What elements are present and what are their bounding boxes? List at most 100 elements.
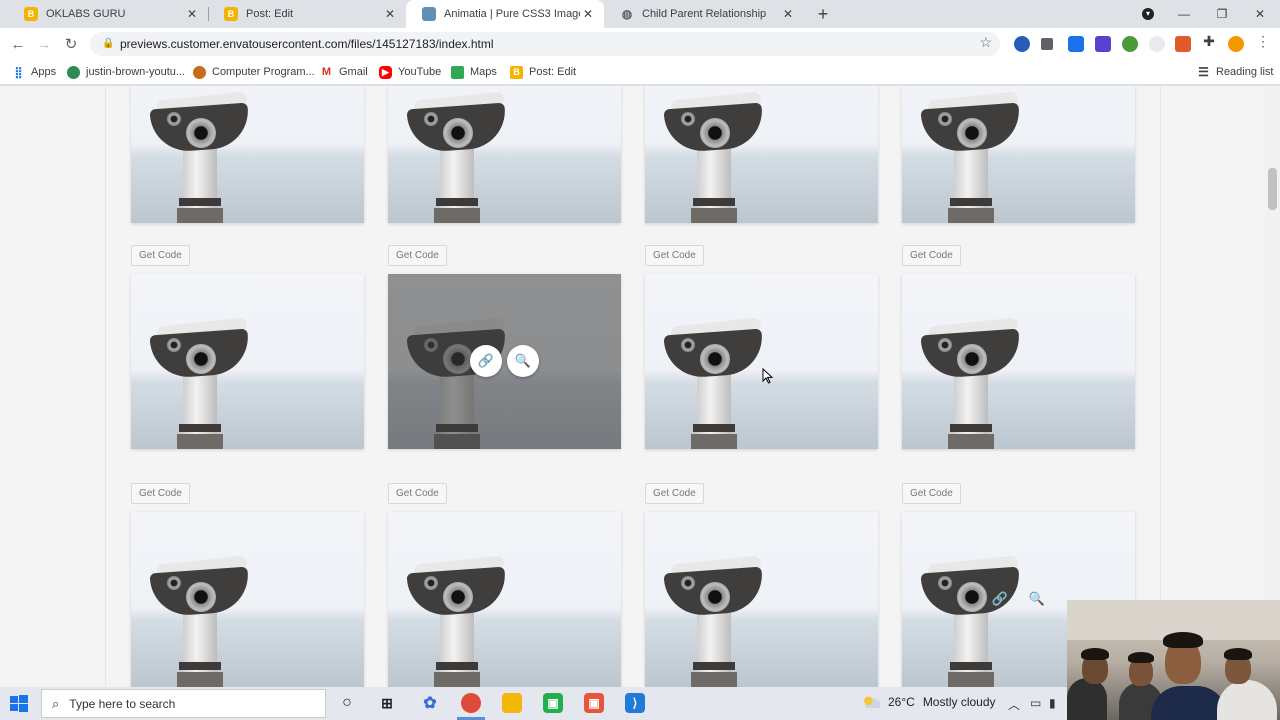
- bookmark-apps[interactable]: ⣿ Apps: [12, 64, 56, 80]
- bookmark-post-edit[interactable]: B Post: Edit: [510, 64, 576, 80]
- forward-icon[interactable]: →: [33, 33, 55, 55]
- gallery-image-card[interactable]: 🔗 🔍: [388, 274, 621, 449]
- binocular-small-lens: [167, 112, 181, 126]
- tab-search-icon[interactable]: ▾: [1138, 4, 1158, 24]
- scrollbar-thumb[interactable]: [1268, 168, 1277, 210]
- profile-avatar[interactable]: [1228, 36, 1244, 52]
- back-icon[interactable]: ←: [7, 33, 29, 55]
- binocular-band: [950, 198, 992, 206]
- tab-animatia[interactable]: Animatia | Pure CSS3 Image Hove ✕: [406, 0, 604, 28]
- eyedropper-icon[interactable]: [1041, 38, 1053, 50]
- weather-widget[interactable]: 26°C Mostly cloudy: [862, 695, 996, 709]
- network-icon[interactable]: ▭: [1030, 696, 1041, 710]
- get-code-button[interactable]: Get Code: [645, 245, 704, 266]
- gallery-image-card[interactable]: [131, 512, 364, 687]
- binocular-base: [948, 208, 994, 223]
- person-body: [1217, 680, 1277, 720]
- chrome-icon[interactable]: [461, 693, 481, 713]
- get-code-button[interactable]: Get Code: [388, 245, 447, 266]
- binocular-small-lens: [424, 112, 438, 126]
- binocular-lens: [957, 118, 987, 148]
- browser-toolbar: ← → ↻ 🔒 previews.customer.envatousercont…: [0, 28, 1280, 60]
- extension-icon[interactable]: [1149, 36, 1165, 52]
- menu-kebab-icon[interactable]: ⋮: [1255, 33, 1271, 49]
- taskbar-search-input[interactable]: ⌕ Type here to search: [41, 689, 326, 718]
- binocular-small-lens: [938, 576, 952, 590]
- zoom-icon[interactable]: 🔍: [507, 345, 539, 377]
- extension-icon[interactable]: [1175, 36, 1191, 52]
- gallery-image-card[interactable]: [902, 274, 1135, 449]
- binocular-small-lens: [681, 338, 695, 352]
- extension-icon[interactable]: [1095, 36, 1111, 52]
- reading-list-button[interactable]: ☰ Reading list: [1197, 64, 1273, 80]
- microphone-icon[interactable]: ▮: [1049, 696, 1056, 710]
- binocular-base: [434, 208, 480, 223]
- minimize-icon[interactable]: —: [1174, 4, 1194, 24]
- camtasia-icon[interactable]: ▣: [543, 693, 563, 713]
- bookmark-maps[interactable]: Maps: [451, 64, 497, 80]
- bookmark-gmail[interactable]: M Gmail: [320, 64, 368, 80]
- extension-icon[interactable]: [1014, 36, 1030, 52]
- new-tab-button[interactable]: +: [813, 4, 833, 24]
- gallery-image-card[interactable]: [645, 86, 878, 223]
- close-icon[interactable]: ✕: [780, 6, 796, 22]
- bookmark-label: Computer Program...: [212, 66, 315, 78]
- mouse-cursor-icon: [762, 368, 774, 384]
- screenshot-icon[interactable]: [1068, 36, 1084, 52]
- file-explorer-icon[interactable]: [502, 693, 522, 713]
- recorder-icon[interactable]: ▣: [584, 693, 604, 713]
- gallery-image-card[interactable]: [645, 274, 878, 449]
- get-code-button[interactable]: Get Code: [388, 483, 447, 504]
- tab-title: OKLABS GURU: [46, 8, 126, 20]
- get-code-button[interactable]: Get Code: [645, 483, 704, 504]
- page-viewport: Get Code Get Code 🔗 🔍 Get Code Get Code Get Co…: [0, 86, 1280, 687]
- binocular-lens: [700, 582, 730, 612]
- page-favicon-icon: [422, 7, 436, 21]
- hover-overlay: [388, 274, 621, 449]
- extension-icon[interactable]: [1122, 36, 1138, 52]
- link-icon[interactable]: 🔗: [984, 583, 1016, 615]
- gallery-image-card[interactable]: [388, 86, 621, 223]
- link-icon[interactable]: 🔗: [470, 345, 502, 377]
- reading-list-icon: ☰: [1198, 65, 1209, 79]
- vscode-icon[interactable]: ⟩: [625, 693, 645, 713]
- cortana-icon[interactable]: ○: [337, 693, 357, 713]
- tab-strip: B OKLABS GURU ✕ B Post: Edit ✕ Animatia …: [0, 0, 1280, 28]
- address-bar[interactable]: 🔒 previews.customer.envatousercontent.co…: [90, 32, 1000, 56]
- gallery-image-card[interactable]: [388, 512, 621, 687]
- page-scrollbar[interactable]: [1265, 86, 1280, 687]
- tray-chevron-icon[interactable]: ︿: [1008, 696, 1020, 713]
- gallery-image-card[interactable]: [131, 86, 364, 223]
- window-close-icon[interactable]: ✕: [1250, 4, 1270, 24]
- get-code-button[interactable]: Get Code: [131, 483, 190, 504]
- bookmark-star-icon[interactable]: ☆: [979, 34, 992, 51]
- tab-oklabs-guru[interactable]: B OKLABS GURU ✕: [8, 0, 208, 28]
- zoom-icon[interactable]: 🔍: [1021, 583, 1053, 615]
- close-icon[interactable]: ✕: [382, 6, 398, 22]
- puzzle-icon[interactable]: ✚: [1201, 33, 1217, 49]
- close-icon[interactable]: ✕: [184, 6, 200, 22]
- windows-start-icon[interactable]: [8, 693, 30, 715]
- get-code-button[interactable]: Get Code: [131, 245, 190, 266]
- get-code-button[interactable]: Get Code: [902, 245, 961, 266]
- task-view-icon[interactable]: ⊞: [377, 693, 397, 713]
- snip-tool-icon[interactable]: ✿: [420, 693, 440, 713]
- gallery-image-card[interactable]: [131, 274, 364, 449]
- bookmark-computer-program[interactable]: Computer Program...: [193, 64, 315, 80]
- gallery-image-card[interactable]: [645, 512, 878, 687]
- reload-icon[interactable]: ↻: [60, 33, 82, 55]
- lock-icon[interactable]: 🔒: [102, 38, 114, 50]
- weather-text: Mostly cloudy: [922, 695, 996, 709]
- binocular-base: [948, 672, 994, 687]
- tab-child-parent[interactable]: ◍ Child Parent Relationship ✕: [604, 0, 804, 28]
- computer-program-icon: [193, 65, 206, 79]
- bookmark-youtube[interactable]: ▶ YouTube: [379, 64, 441, 80]
- get-code-button[interactable]: Get Code: [902, 483, 961, 504]
- bookmark-justin[interactable]: justin-brown-youtu...: [67, 64, 185, 80]
- reading-list-label: Reading list: [1216, 66, 1274, 78]
- tab-post-edit[interactable]: B Post: Edit ✕: [208, 0, 406, 28]
- binocular-band: [693, 424, 735, 432]
- restore-icon[interactable]: ❐: [1212, 4, 1232, 24]
- gallery-image-card[interactable]: [902, 86, 1135, 223]
- close-icon[interactable]: ✕: [580, 6, 596, 22]
